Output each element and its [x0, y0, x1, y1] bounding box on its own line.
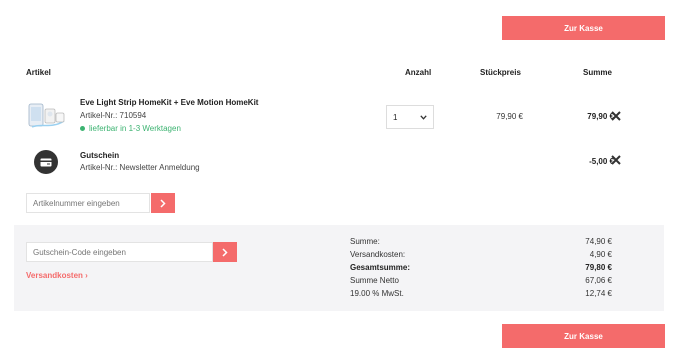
- summary-subtotal: Summe: 74,90 €: [350, 237, 612, 246]
- summary-vat-value: 12,74 €: [585, 289, 612, 298]
- product-article-number: Artikel-Nr.: 710594: [80, 111, 147, 120]
- voucher-code-input[interactable]: [26, 242, 213, 262]
- in-stock-dot-icon: [80, 126, 85, 131]
- article-number-input[interactable]: [26, 193, 150, 213]
- summary-net: Summe Netto 67,06 €: [350, 276, 612, 285]
- summary-net-value: 67,06 €: [585, 276, 612, 285]
- checkout-button-bottom[interactable]: Zur Kasse: [502, 324, 665, 348]
- checkout-button-top[interactable]: Zur Kasse: [502, 16, 665, 40]
- summary-net-label: Summe Netto: [350, 276, 399, 285]
- close-icon[interactable]: [610, 110, 622, 122]
- summary-shipping-label: Versandkosten:: [350, 250, 406, 259]
- column-header-total: Summe: [583, 68, 612, 77]
- shipping-costs-label: Versandkosten: [26, 271, 83, 280]
- add-article-button[interactable]: [151, 193, 175, 213]
- summary-grand-total-label: Gesamtsumme:: [350, 263, 411, 272]
- summary-subtotal-value: 74,90 €: [585, 237, 612, 246]
- summary-grand-total: Gesamtsumme: 79,80 €: [350, 263, 612, 272]
- quantity-select[interactable]: 1: [386, 105, 434, 129]
- column-header-article: Artikel: [26, 68, 51, 77]
- voucher-card-icon: [34, 150, 58, 174]
- quantity-value: 1: [393, 112, 398, 122]
- summary-grand-total-value: 79,80 €: [585, 263, 612, 272]
- voucher-title: Gutschein: [80, 151, 120, 160]
- summary-shipping-value: 4,90 €: [589, 250, 612, 259]
- availability-text: lieferbar in 1-3 Werktagen: [89, 124, 181, 133]
- line-total: 79,90 €: [587, 112, 614, 121]
- column-header-unit-price: Stückpreis: [480, 68, 521, 77]
- product-thumbnail[interactable]: [28, 101, 66, 131]
- column-header-quantity: Anzahl: [405, 68, 432, 77]
- chevron-right-icon: [222, 247, 228, 257]
- unit-price: 79,90 €: [496, 112, 523, 121]
- apply-voucher-button[interactable]: [213, 242, 237, 262]
- voucher-total: -5,00 €: [589, 157, 614, 166]
- summary-vat-label: 19.00 % MwSt.: [350, 289, 404, 298]
- summary-shipping: Versandkosten: 4,90 €: [350, 250, 612, 259]
- voucher-article-number: Artikel-Nr.: Newsletter Anmeldung: [80, 163, 200, 172]
- product-title[interactable]: Eve Light Strip HomeKit + Eve Motion Hom…: [80, 98, 258, 107]
- chevron-right-icon: [160, 198, 166, 208]
- close-icon[interactable]: [610, 154, 622, 166]
- shipping-costs-link[interactable]: Versandkosten ›: [26, 271, 88, 280]
- summary-vat: 19.00 % MwSt. 12,74 €: [350, 289, 612, 298]
- summary-subtotal-label: Summe:: [350, 237, 380, 246]
- chevron-down-icon: [420, 114, 427, 120]
- availability-status: lieferbar in 1-3 Werktagen: [80, 124, 181, 133]
